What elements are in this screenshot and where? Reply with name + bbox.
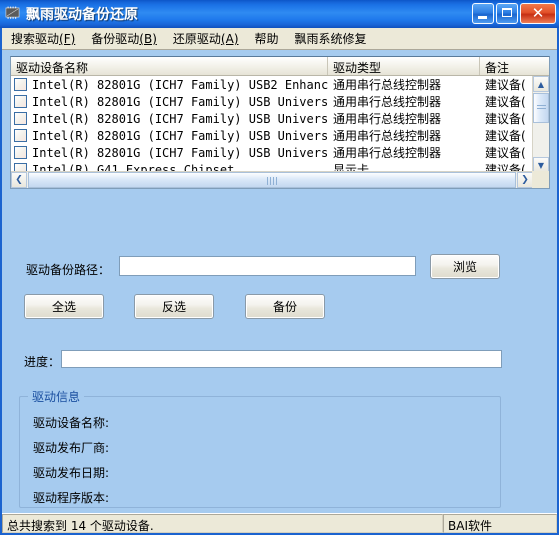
table-row[interactable]: Intel(R) 82801G (ICH7 Family) USB Univer… xyxy=(11,110,533,127)
device-name-text: Intel(R) 82801G (ICH7 Family) USB Univer… xyxy=(32,94,328,109)
scrollbar-corner xyxy=(532,171,549,188)
scroll-grip xyxy=(267,177,277,185)
progress-bar xyxy=(61,350,502,368)
cell-remark: 建议备( xyxy=(485,146,526,160)
menu-label: 搜索驱动 xyxy=(11,32,60,46)
menu-accelerator: (A) xyxy=(220,32,239,46)
cell-remark: 建议备( xyxy=(485,78,526,92)
info-label-device-name: 驱动设备名称: xyxy=(33,416,110,430)
status-vendor: BAI软件 xyxy=(443,514,557,533)
row-checkbox[interactable] xyxy=(14,95,27,108)
list-vertical-scrollbar[interactable]: ▲ ▼ xyxy=(532,76,549,173)
menu-label: 飘雨系统修复 xyxy=(294,32,367,46)
menu-label: 帮助 xyxy=(254,32,279,46)
device-name-text: Intel(R) 82801G (ICH7 Family) USB2 Enhan… xyxy=(32,77,328,92)
scroll-left-icon[interactable]: ❮ xyxy=(11,172,27,188)
cell-device-name: Intel(R) 82801G (ICH7 Family) USB Univer… xyxy=(11,112,328,126)
cell-device-name: Intel(R) 82801G (ICH7 Family) USB Univer… xyxy=(11,95,328,109)
window-title: 飘雨驱动备份还原 xyxy=(26,7,138,23)
cell-remark: 建议备( xyxy=(485,112,526,126)
progress-label: 进度： xyxy=(24,355,61,369)
window-frame-left xyxy=(0,28,2,535)
column-header-device-name[interactable]: 驱动设备名称 xyxy=(11,57,328,75)
device-name-text: Intel(R) 82801G (ICH7 Family) USB Univer… xyxy=(32,111,328,126)
cell-device-name: Intel(R) 82801G (ICH7 Family) USB Univer… xyxy=(11,146,328,160)
menu-item-system-repair[interactable]: 飘雨系统修复 xyxy=(288,28,374,49)
scroll-right-icon[interactable]: ❯ xyxy=(517,172,533,188)
info-label-version: 驱动程序版本: xyxy=(33,491,110,505)
cell-remark: 建议备( xyxy=(485,95,526,109)
menu-label: 备份驱动 xyxy=(91,32,140,46)
minimize-button[interactable] xyxy=(472,3,494,24)
maximize-button[interactable] xyxy=(496,3,518,24)
table-row[interactable]: Intel(R) 82801G (ICH7 Family) USB Univer… xyxy=(11,127,533,144)
close-button[interactable]: ✕ xyxy=(520,3,556,24)
cell-driver-type: 通用串行总线控制器 xyxy=(333,78,442,92)
device-name-text: Intel(R) 82801G (ICH7 Family) USB Univer… xyxy=(32,128,328,143)
row-checkbox[interactable] xyxy=(14,129,27,142)
cell-driver-type: 通用串行总线控制器 xyxy=(333,112,442,126)
row-checkbox[interactable] xyxy=(14,112,27,125)
list-horizontal-scrollbar[interactable]: ❮ ❯ xyxy=(11,171,533,188)
column-header-remark[interactable]: 备注 xyxy=(480,57,535,75)
menu-accelerator: (B) xyxy=(139,32,157,46)
window-controls: ✕ xyxy=(470,3,556,25)
cell-device-name: Intel(R) 82801G (ICH7 Family) USB2 Enhan… xyxy=(11,78,328,92)
title-bar: 飘雨驱动备份还原 ✕ xyxy=(0,0,559,28)
cell-driver-type: 通用串行总线控制器 xyxy=(333,146,442,160)
horizontal-scroll-thumb[interactable] xyxy=(28,172,516,188)
menu-item-restore-driver[interactable]: 还原驱动(A) xyxy=(166,28,246,49)
backup-path-label: 驱动备份路径： xyxy=(26,263,111,277)
list-rows: Intel(R) 82801G (ICH7 Family) USB2 Enhan… xyxy=(11,76,533,173)
select-all-button[interactable]: 全选 xyxy=(24,294,104,319)
menu-item-backup-driver[interactable]: 备份驱动(B) xyxy=(84,28,164,49)
info-label-vendor: 驱动发布厂商: xyxy=(33,441,110,455)
menu-label: 还原驱动 xyxy=(172,32,221,46)
browse-button[interactable]: 浏览 xyxy=(430,254,500,279)
driver-info-group-title: 驱动信息 xyxy=(28,388,85,405)
backup-button[interactable]: 备份 xyxy=(245,294,325,319)
device-name-text: Intel(R) 82801G (ICH7 Family) USB Univer… xyxy=(32,145,328,160)
chip-icon xyxy=(5,6,20,19)
cell-driver-type: 通用串行总线控制器 xyxy=(333,129,442,143)
application-window: 飘雨驱动备份还原 ✕ 搜索驱动(F) 备份驱动(B) 还原驱动(A) 帮助 飘雨… xyxy=(0,0,559,535)
list-header: 驱动设备名称 驱动类型 备注 xyxy=(11,57,549,76)
column-header-driver-type[interactable]: 驱动类型 xyxy=(328,57,480,75)
table-row[interactable]: Intel(R) 82801G (ICH7 Family) USB2 Enhan… xyxy=(11,76,533,93)
menu-accelerator: (F) xyxy=(59,32,76,46)
table-row[interactable]: Intel(R) 82801G (ICH7 Family) USB Univer… xyxy=(11,93,533,110)
status-bar: 总共搜索到 14 个驱动设备. BAI软件 xyxy=(2,513,557,533)
info-label-release-date: 驱动发布日期: xyxy=(33,466,110,480)
backup-path-input[interactable] xyxy=(119,256,416,276)
client-area: 驱动设备名称 驱动类型 备注 Intel(R) 82801G (ICH7 Fam… xyxy=(2,50,557,530)
menu-item-search-driver[interactable]: 搜索驱动(F) xyxy=(4,28,82,49)
driver-list[interactable]: 驱动设备名称 驱动类型 备注 Intel(R) 82801G (ICH7 Fam… xyxy=(10,56,550,189)
cell-driver-type: 通用串行总线控制器 xyxy=(333,95,442,109)
cell-remark: 建议备( xyxy=(485,129,526,143)
invert-selection-button[interactable]: 反选 xyxy=(134,294,214,319)
menu-bar: 搜索驱动(F) 备份驱动(B) 还原驱动(A) 帮助 飘雨系统修复 xyxy=(2,28,557,50)
table-row[interactable]: Intel(R) 82801G (ICH7 Family) USB Univer… xyxy=(11,144,533,161)
maximize-icon xyxy=(502,8,512,17)
scroll-grip xyxy=(537,105,546,111)
status-message: 总共搜索到 14 个驱动设备. xyxy=(2,514,443,533)
cell-device-name: Intel(R) 82801G (ICH7 Family) USB Univer… xyxy=(11,129,328,143)
close-icon: ✕ xyxy=(531,4,545,22)
scroll-up-icon[interactable]: ▲ xyxy=(533,76,549,92)
row-checkbox[interactable] xyxy=(14,78,27,91)
menu-item-help[interactable]: 帮助 xyxy=(248,28,286,49)
minimize-icon xyxy=(478,16,487,19)
row-checkbox[interactable] xyxy=(14,146,27,159)
vertical-scroll-thumb[interactable] xyxy=(533,93,549,123)
